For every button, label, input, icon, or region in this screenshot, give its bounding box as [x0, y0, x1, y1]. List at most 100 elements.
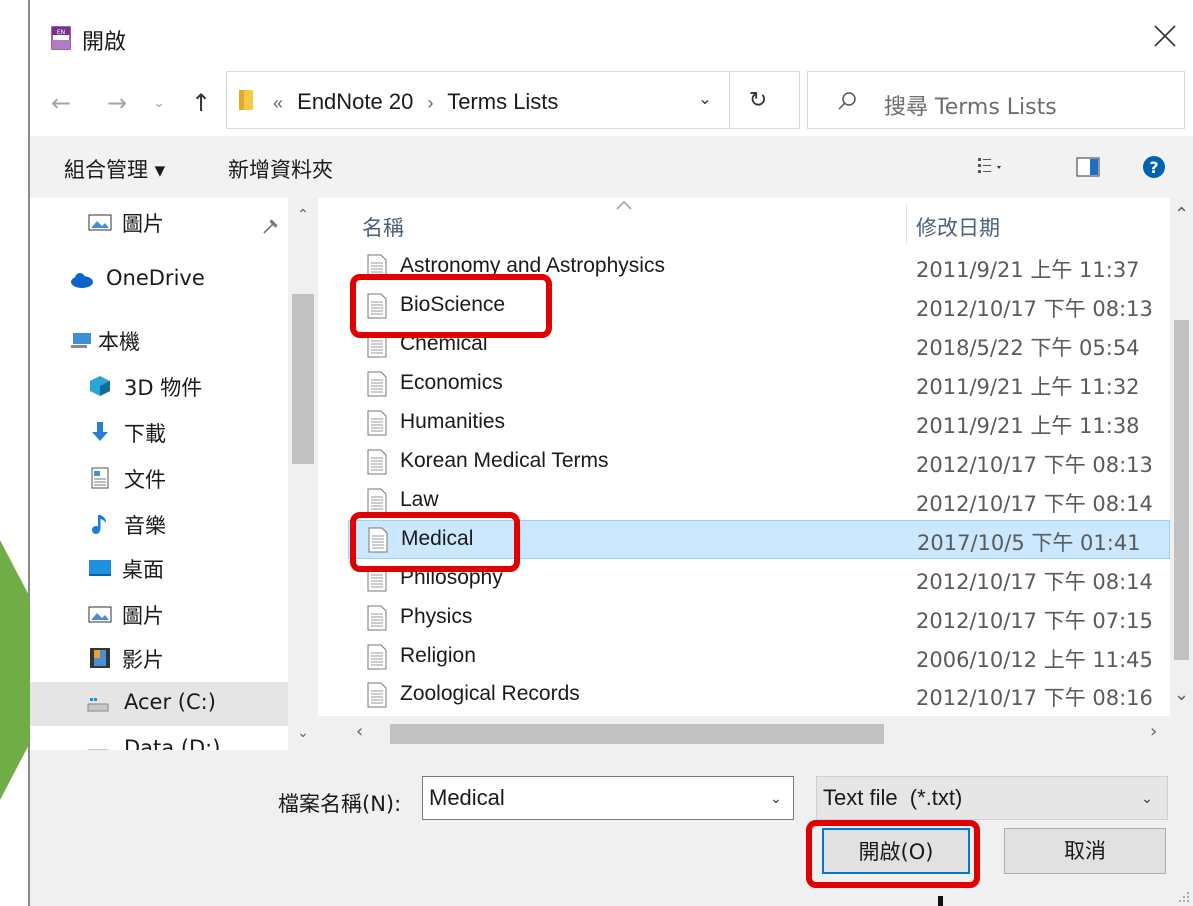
text-file-icon [367, 488, 387, 514]
back-arrow-icon[interactable]: ← [46, 88, 76, 118]
address-dropdown-icon[interactable]: ⌄ [693, 88, 717, 112]
column-divider[interactable] [906, 204, 907, 244]
svg-text:?: ? [1149, 158, 1158, 177]
open-button[interactable]: 開啟(O) [822, 828, 970, 874]
file-date: 2012/10/17 下午 08:14 [916, 492, 1153, 516]
breadcrumb-terms-lists[interactable]: Terms Lists [447, 89, 558, 114]
downloads-icon [92, 422, 108, 441]
cancel-button[interactable]: 取消 [1004, 828, 1166, 874]
nav-item-label: 圖片 [122, 604, 164, 628]
column-header-date[interactable]: 修改日期 [916, 212, 1000, 242]
filename-dropdown-icon[interactable]: ⌄ [764, 786, 788, 810]
scroll-up-icon[interactable]: ⌃ [1174, 204, 1189, 225]
breadcrumb-overflow[interactable]: « [273, 93, 283, 113]
file-name: Law [400, 488, 439, 511]
nav-scrollbar[interactable]: ⌃ ⌄ [288, 198, 318, 750]
scroll-right-icon[interactable]: › [1150, 721, 1157, 742]
help-icon[interactable]: ? [1140, 154, 1168, 180]
refresh-icon[interactable]: ↻ [743, 86, 773, 116]
recent-chevron-icon[interactable]: ⌄ [144, 88, 174, 118]
file-name: Humanities [400, 410, 506, 433]
file-name: BioScience [400, 293, 506, 316]
file-row-selected[interactable]: Medical 2017/10/5 下午 01:41 [348, 520, 1170, 559]
nav-item-pictures[interactable]: 圖片 [30, 594, 288, 634]
nav-item-label: 文件 [124, 468, 166, 492]
view-options-icon[interactable] [976, 154, 1004, 180]
nav-item-desktop[interactable]: 桌面 [30, 548, 288, 588]
nav-item-pictures-quick[interactable]: 圖片 [30, 202, 288, 242]
nav-item-music[interactable]: 音樂 [30, 504, 288, 544]
forward-arrow-icon[interactable]: → [102, 88, 132, 118]
breadcrumb-endnote[interactable]: EndNote 20 [297, 89, 413, 114]
scroll-down-icon[interactable]: ⌄ [1174, 684, 1189, 705]
window-title: 開啟 [82, 30, 127, 55]
drive-icon [87, 749, 109, 750]
column-header-name[interactable]: 名稱 [362, 212, 404, 242]
address-bar[interactable]: « EndNote 20 › Terms Lists ⌄ ↻ [226, 71, 800, 129]
breadcrumb: « EndNote 20 › Terms Lists [273, 89, 566, 115]
file-name: Zoological Records [400, 682, 580, 705]
search-input[interactable]: 搜尋 Terms Lists [884, 89, 1057, 121]
search-box[interactable]: 搜尋 Terms Lists [807, 71, 1185, 129]
scroll-left-icon[interactable]: ‹ [356, 721, 363, 742]
scroll-down-icon[interactable]: ⌄ [294, 724, 312, 742]
filetype-select[interactable]: Text file (*.txt) ⌄ [816, 776, 1168, 820]
file-name: Physics [400, 605, 473, 628]
pin-icon[interactable] [262, 217, 280, 235]
organize-menu-button[interactable]: 組合管理 ▾ [64, 154, 165, 184]
nav-item-drive-c[interactable]: Acer (C:) [30, 682, 288, 726]
vertical-scrollbar[interactable]: ⌃ ⌄ [1170, 198, 1193, 716]
file-name: Religion [400, 644, 476, 667]
file-name: Medical [401, 527, 474, 550]
file-row[interactable]: BioScience 2012/10/17 下午 08:13 [348, 287, 1170, 326]
nav-item-downloads[interactable]: 下載 [30, 412, 288, 452]
sort-ascending-icon [616, 201, 632, 210]
nav-item-videos[interactable]: 影片 [30, 638, 288, 678]
pictures-icon [88, 606, 112, 623]
file-row[interactable]: Humanities 2011/9/21 上午 11:38 [348, 404, 1170, 443]
nav-item-this-pc[interactable]: 本機 [30, 320, 288, 360]
nav-item-3d-objects[interactable]: 3D 物件 [30, 366, 288, 406]
text-file-icon [367, 410, 387, 436]
title-bar: EN 開啟 [30, 0, 1193, 78]
text-file-icon [367, 605, 387, 631]
nav-item-documents[interactable]: 文件 [30, 458, 288, 498]
file-row[interactable]: Chemical 2018/5/22 下午 05:54 [348, 326, 1170, 365]
file-row[interactable]: Economics 2011/9/21 上午 11:32 [348, 365, 1170, 404]
nav-item-drive-d[interactable]: Data (D:) [30, 730, 288, 750]
file-row[interactable]: Astronomy and Astrophysics 2011/9/21 上午 … [348, 248, 1170, 287]
new-folder-button[interactable]: 新增資料夾 [228, 154, 333, 184]
drive-icon [87, 698, 109, 712]
file-row[interactable]: Religion 2006/10/12 上午 11:45 [348, 638, 1170, 677]
scrollbar-thumb[interactable] [390, 724, 884, 744]
filename-input[interactable]: Medical [422, 776, 794, 820]
file-row[interactable]: Zoological Records 2012/10/17 下午 08:16 [348, 676, 1170, 715]
up-arrow-icon[interactable]: ↑ [186, 88, 216, 118]
resize-grip-icon[interactable] [1175, 888, 1191, 904]
scroll-up-icon[interactable]: ⌃ [294, 206, 312, 224]
text-file-icon [367, 644, 387, 670]
file-date: 2012/10/17 下午 08:13 [916, 297, 1153, 321]
file-row[interactable]: Law 2012/10/17 下午 08:14 [348, 482, 1170, 521]
file-name: Astronomy and Astrophysics [400, 254, 665, 277]
text-cursor [938, 896, 943, 906]
scrollbar-thumb[interactable] [1174, 320, 1189, 660]
file-row[interactable]: Philosophy 2012/10/17 下午 08:14 [348, 560, 1170, 599]
filename-label: 檔案名稱(N): [278, 792, 402, 816]
svg-text:EN: EN [57, 29, 65, 36]
navigation-pane: 圖片 OneDrive 本機 3D 物件 下載 文件 音樂 桌面 圖片 影片 A… [30, 198, 318, 750]
folder-icon [239, 90, 253, 110]
file-row[interactable]: Korean Medical Terms 2012/10/17 下午 08:13 [348, 443, 1170, 482]
preview-pane-icon[interactable] [1074, 154, 1102, 180]
file-date: 2006/10/12 上午 11:45 [916, 648, 1153, 672]
file-name: Korean Medical Terms [400, 449, 609, 472]
nav-item-onedrive[interactable]: OneDrive [30, 260, 288, 300]
horizontal-scrollbar[interactable]: ‹ › [318, 716, 1193, 750]
file-row[interactable]: Physics 2012/10/17 下午 07:15 [348, 599, 1170, 638]
file-date: 2018/5/22 下午 05:54 [916, 336, 1140, 360]
close-icon[interactable] [1151, 22, 1179, 50]
file-date: 2012/10/17 下午 08:16 [916, 686, 1153, 710]
desktop-icon [89, 560, 111, 576]
scrollbar-thumb[interactable] [292, 294, 314, 464]
pictures-icon [88, 214, 112, 231]
